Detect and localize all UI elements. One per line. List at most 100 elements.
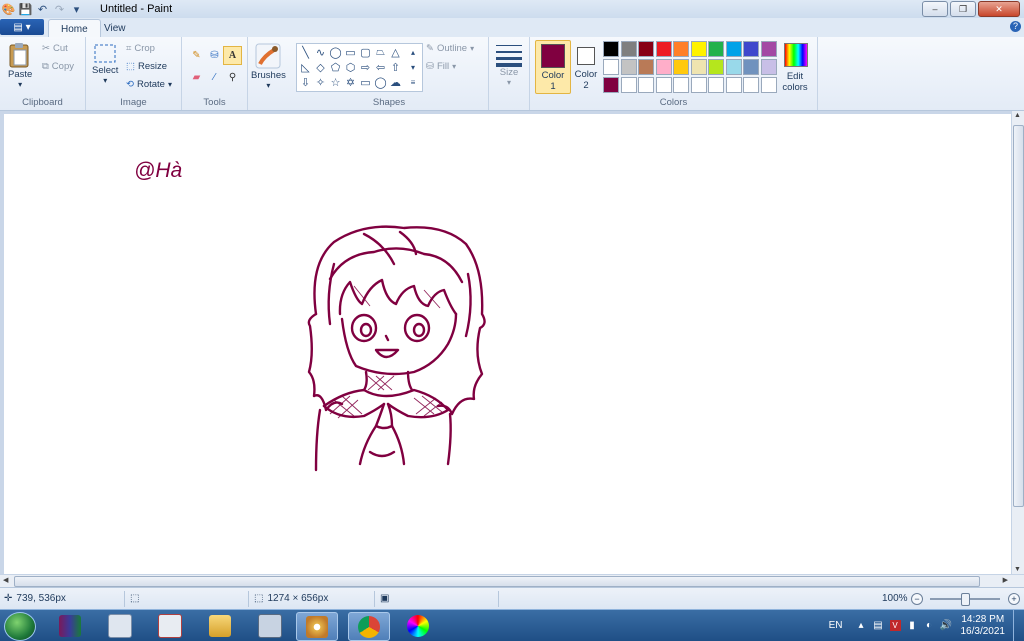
palette-swatch[interactable]	[620, 41, 637, 57]
color2-button[interactable]: Color 2	[571, 40, 601, 92]
scroll-up-icon[interactable]: ▲	[1014, 112, 1021, 119]
palette-swatch[interactable]	[725, 77, 742, 93]
palette-swatch[interactable]	[708, 77, 724, 93]
outline-button[interactable]: ✎ Outline ▾	[426, 43, 474, 54]
crop-button[interactable]: ⌗ Crop	[126, 43, 155, 54]
oval-shape-icon[interactable]: ◯	[328, 45, 343, 59]
palette-swatch[interactable]	[743, 41, 759, 57]
callout-rect-icon[interactable]: ▭	[358, 75, 373, 89]
scroll-right-icon[interactable]: ▶	[1003, 576, 1008, 584]
palette-swatch[interactable]	[620, 59, 637, 75]
up-arrow-shape-icon[interactable]: ⇧	[388, 60, 403, 74]
taskbar-network[interactable]	[150, 612, 190, 639]
paint-app-icon[interactable]: 🎨	[2, 3, 16, 16]
color1-button[interactable]: Color 1	[535, 40, 571, 94]
triangle-shape-icon[interactable]: △	[388, 45, 403, 59]
vertical-scroll-thumb[interactable]	[1013, 125, 1024, 507]
shapes-expand-icon[interactable]: ≡	[407, 75, 419, 89]
help-icon[interactable]: ?	[1010, 21, 1021, 32]
close-button[interactable]: ✕	[978, 1, 1020, 17]
copy-button[interactable]: ⧉ Copy	[42, 61, 74, 72]
palette-swatch[interactable]	[638, 77, 654, 93]
maximize-button[interactable]: ❐	[950, 1, 976, 17]
network-signal-icon[interactable]: ▮	[907, 620, 918, 631]
language-indicator[interactable]: EN	[829, 620, 843, 631]
five-point-star-icon[interactable]: ☆	[328, 75, 343, 89]
horizontal-scroll-thumb[interactable]	[14, 576, 980, 587]
battery-icon[interactable]: ◐	[924, 620, 935, 631]
brushes-button[interactable]: Brushes ▾	[251, 42, 286, 90]
palette-swatch[interactable]	[603, 41, 619, 57]
palette-swatch[interactable]	[673, 77, 689, 93]
magnifier-icon[interactable]: ⚲	[223, 68, 242, 87]
resize-button[interactable]: ⬚ Resize	[126, 61, 167, 72]
palette-swatch[interactable]	[725, 41, 742, 57]
select-button[interactable]: Select ▾	[92, 43, 118, 85]
fill-bucket-icon[interactable]: ⛁	[205, 46, 224, 65]
palette-swatch[interactable]	[673, 41, 689, 57]
eraser-icon[interactable]: ▰	[187, 68, 206, 87]
palette-swatch[interactable]	[638, 41, 654, 57]
app-menu-button[interactable]: ▤ ▾	[0, 19, 44, 35]
pencil-icon[interactable]: ✎	[187, 46, 206, 65]
palette-swatch[interactable]	[760, 77, 777, 93]
palette-swatch[interactable]	[655, 59, 672, 75]
palette-swatch[interactable]	[603, 77, 619, 93]
palette-swatch[interactable]	[743, 59, 759, 75]
four-point-star-icon[interactable]: ✧	[313, 75, 328, 89]
zoom-in-button[interactable]: +	[1008, 593, 1020, 605]
taskbar-keyboard[interactable]	[250, 612, 290, 639]
start-button[interactable]	[4, 612, 36, 641]
diamond-shape-icon[interactable]: ◇	[313, 60, 328, 74]
palette-swatch[interactable]	[655, 41, 672, 57]
edit-colors-button[interactable]: Edit colors	[780, 41, 810, 93]
horizontal-scrollbar[interactable]: ◀ ▶	[0, 574, 1024, 587]
callout-oval-icon[interactable]: ◯	[373, 75, 388, 89]
hexagon-shape-icon[interactable]: ⬡	[343, 60, 358, 74]
tray-app-icon[interactable]: ▤	[873, 620, 884, 631]
taskbar-color-app[interactable]	[398, 612, 438, 639]
rectangle-shape-icon[interactable]: ▭	[343, 45, 358, 59]
clock[interactable]: 14:28 PM 16/3/2021	[961, 614, 1006, 638]
right-triangle-shape-icon[interactable]: ◺	[298, 60, 313, 74]
scroll-left-icon[interactable]: ◀	[3, 576, 8, 584]
shapes-scroll-down-icon[interactable]: ▾	[407, 60, 419, 74]
save-icon[interactable]: 💾	[19, 3, 33, 16]
callout-cloud-icon[interactable]: ☁	[388, 75, 403, 89]
palette-swatch[interactable]	[708, 41, 724, 57]
left-arrow-shape-icon[interactable]: ⇦	[373, 60, 388, 74]
palette-swatch[interactable]	[690, 41, 707, 57]
line-shape-icon[interactable]: ╲	[298, 45, 313, 59]
cut-button[interactable]: ✂ Cut	[42, 43, 68, 54]
undo-icon[interactable]: ↶	[36, 3, 49, 16]
scroll-down-icon[interactable]: ▼	[1014, 566, 1021, 573]
taskbar-winrar[interactable]	[50, 612, 90, 639]
fill-button[interactable]: ⛁ Fill ▾	[426, 61, 456, 72]
palette-swatch[interactable]	[690, 59, 707, 75]
zoom-slider-thumb[interactable]	[961, 593, 970, 606]
palette-swatch[interactable]	[760, 41, 777, 57]
palette-swatch[interactable]	[655, 77, 672, 93]
text-tool-icon[interactable]: A	[223, 46, 242, 65]
rounded-rectangle-shape-icon[interactable]: ▢	[358, 45, 373, 59]
palette-swatch[interactable]	[743, 77, 759, 93]
polygon-shape-icon[interactable]: ⏢	[373, 45, 388, 59]
palette-swatch[interactable]	[690, 77, 707, 93]
palette-swatch[interactable]	[760, 59, 777, 75]
taskbar-chrome[interactable]	[348, 612, 390, 641]
palette-swatch[interactable]	[638, 59, 654, 75]
right-arrow-shape-icon[interactable]: ⇨	[358, 60, 373, 74]
paste-button[interactable]: Paste ▾	[8, 41, 32, 89]
pentagon-shape-icon[interactable]: ⬠	[328, 60, 343, 74]
curve-shape-icon[interactable]: ∿	[313, 45, 328, 59]
palette-swatch[interactable]	[603, 59, 619, 75]
tab-view[interactable]: View	[92, 19, 138, 37]
rotate-button[interactable]: ⟲ Rotate ▾	[126, 79, 172, 90]
six-point-star-icon[interactable]: ✡	[343, 75, 358, 89]
volume-icon[interactable]: 🔊	[940, 620, 952, 631]
drawing-canvas[interactable]: @Hà	[4, 114, 1011, 574]
taskbar-calculator[interactable]	[100, 612, 140, 639]
zoom-out-button[interactable]: −	[911, 593, 923, 605]
down-arrow-shape-icon[interactable]: ⇩	[298, 75, 313, 89]
antivirus-icon[interactable]: V	[889, 620, 901, 631]
